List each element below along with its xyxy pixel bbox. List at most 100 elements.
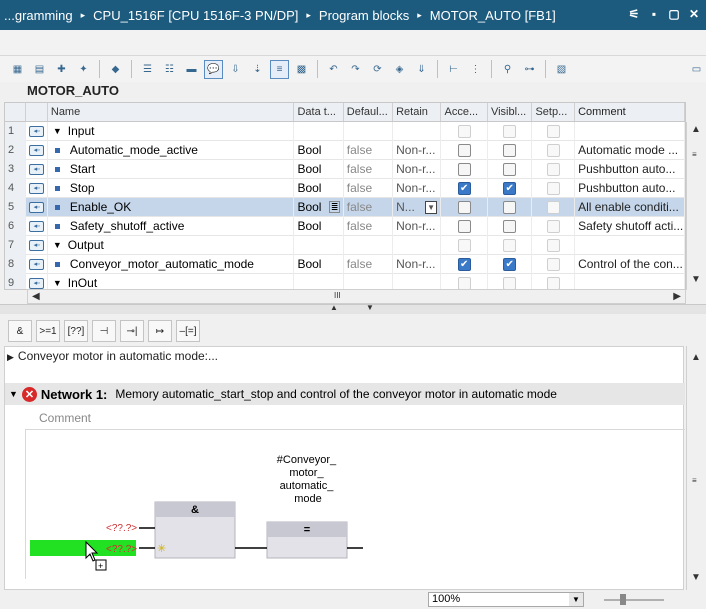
chevron-down-icon[interactable]: ▼ xyxy=(569,593,583,606)
accessible-cell[interactable] xyxy=(441,140,488,160)
column-header-setpoint[interactable]: Setp... xyxy=(532,103,576,121)
visible-cell[interactable]: ✔ xyxy=(488,178,533,198)
visible-checkbox[interactable] xyxy=(503,162,517,176)
negated-input-button[interactable]: ⊸| xyxy=(120,320,144,342)
data-type-cell[interactable]: Bool xyxy=(294,178,344,198)
accessible-checkbox[interactable] xyxy=(457,143,471,157)
scroll-thumb-icon[interactable]: ≡ xyxy=(692,150,697,159)
section-name-cell[interactable]: ▼ Input xyxy=(48,121,295,141)
row-number[interactable]: 9 xyxy=(5,273,27,289)
collapse-section-icon[interactable]: ▼ xyxy=(53,278,62,288)
close-all-networks-icon[interactable]: ☷ xyxy=(160,60,179,79)
zoom-slider-thumb[interactable] xyxy=(620,594,626,605)
go-to-next-error-icon[interactable]: ↷ xyxy=(346,60,365,79)
collapse-network-icon[interactable]: ▼ xyxy=(9,389,18,399)
default-value-cell[interactable]: false xyxy=(344,216,394,236)
visible-cell[interactable] xyxy=(488,159,533,179)
tag-name-cell[interactable]: Automatic_mode_active xyxy=(48,140,295,160)
breadcrumb-item[interactable]: ...gramming xyxy=(4,8,73,23)
setpoint-cell[interactable] xyxy=(532,159,576,179)
column-header-default[interactable]: Defaul... xyxy=(344,103,394,121)
column-header-accessible[interactable]: Acce... xyxy=(441,103,488,121)
retain-cell[interactable]: Non-r... xyxy=(393,159,442,179)
retain-cell[interactable]: Non-r... xyxy=(393,216,442,236)
setpoint-cell[interactable] xyxy=(532,197,576,217)
network-comment[interactable]: Comment xyxy=(39,411,91,425)
restore-layout-icon[interactable]: ⚟ xyxy=(626,6,642,22)
setpoint-cell[interactable] xyxy=(532,216,576,236)
collapse-section-icon[interactable]: ▼ xyxy=(53,240,62,250)
row-number[interactable]: 3 xyxy=(5,159,27,179)
setpoint-cell[interactable] xyxy=(532,140,576,160)
operand-display-icon[interactable]: ⇣ xyxy=(248,60,267,79)
breakpoint-icon[interactable]: ⊢ xyxy=(444,60,463,79)
table-row[interactable]: 2 ◂▫ Automatic_mode_active Bool false Non-r..… xyxy=(5,140,685,160)
input-button[interactable]: ⊣ xyxy=(92,320,116,342)
accessible-checkbox[interactable]: ✔ xyxy=(457,181,471,195)
maximize-icon[interactable]: ▢ xyxy=(666,6,682,22)
accessible-cell[interactable]: ✔ xyxy=(441,254,488,274)
row-number[interactable]: 8 xyxy=(5,254,27,274)
open-branch-button[interactable]: ↦ xyxy=(148,320,172,342)
accessible-checkbox[interactable] xyxy=(457,200,471,214)
setpoint-checkbox[interactable] xyxy=(546,200,560,214)
absolute-operands-icon[interactable]: ⇩ xyxy=(226,60,245,79)
insert-branch-icon[interactable]: ✚ xyxy=(52,60,71,79)
and-input-2-operand[interactable]: <??.?> xyxy=(106,544,137,555)
data-type-cell[interactable]: Bool ≣ xyxy=(294,197,344,217)
data-type-cell[interactable]: Bool xyxy=(294,159,344,179)
breadcrumb-item[interactable]: MOTOR_AUTO [FB1] xyxy=(430,8,556,23)
column-header-datatype[interactable]: Data t... xyxy=(294,103,344,121)
empty-box-button[interactable]: [??] xyxy=(64,320,88,342)
update-calls-icon[interactable]: ⟳ xyxy=(368,60,387,79)
setpoint-checkbox[interactable] xyxy=(546,143,560,157)
retain-cell[interactable]: Non-r... xyxy=(393,178,442,198)
tag-name-cell[interactable]: Start xyxy=(48,159,295,179)
and-input-1-operand[interactable]: <??.?> xyxy=(106,523,137,534)
accessible-cell[interactable] xyxy=(441,216,488,236)
network-view-icon[interactable]: ▬ xyxy=(182,60,201,79)
tag-name-cell[interactable]: Enable_OK xyxy=(48,197,295,217)
insert-network-icon[interactable]: ▦ xyxy=(8,60,27,79)
setpoint-cell[interactable] xyxy=(532,178,576,198)
setpoint-checkbox[interactable] xyxy=(546,162,560,176)
section-name-cell[interactable]: ▼ Output xyxy=(48,235,295,255)
accessible-checkbox[interactable] xyxy=(457,219,471,233)
visible-checkbox[interactable] xyxy=(503,143,517,157)
editor-vertical-scrollbar[interactable]: ▲ ≡ ▼ xyxy=(686,346,703,590)
collapse-down-icon[interactable]: ▼ xyxy=(366,303,374,312)
row-number[interactable]: 5 xyxy=(5,197,27,217)
download-icon[interactable]: ⇓ xyxy=(412,60,431,79)
accessible-cell[interactable] xyxy=(441,159,488,179)
table-horizontal-scrollbar[interactable]: ◀ III ▶ xyxy=(27,289,686,304)
section-name-cell[interactable]: ▼ InOut xyxy=(48,273,295,289)
and-box-button[interactable]: & xyxy=(8,320,32,342)
comment-cell[interactable]: Pushbutton auto... xyxy=(575,159,685,179)
expand-icon[interactable]: ▶ xyxy=(7,352,14,362)
scroll-up-icon[interactable]: ▲ xyxy=(691,124,701,135)
go-to-previous-error-icon[interactable]: ↶ xyxy=(324,60,343,79)
favorites-icon[interactable]: ▩ xyxy=(292,60,311,79)
default-value-cell[interactable]: false xyxy=(344,178,394,198)
tag-name-cell[interactable]: Conveyor_motor_automatic_mode xyxy=(48,254,295,274)
scroll-down-icon[interactable]: ▼ xyxy=(691,274,701,285)
data-type-cell[interactable]: Bool xyxy=(294,140,344,160)
scroll-thumb-icon[interactable]: ≡ xyxy=(692,476,697,485)
scroll-down-icon[interactable]: ▼ xyxy=(691,572,701,583)
default-value-cell[interactable]: false xyxy=(344,254,394,274)
table-row[interactable]: 6 ◂▫ Safety_shutoff_active Bool false Non-r..… xyxy=(5,216,685,236)
setpoint-checkbox[interactable] xyxy=(546,219,560,233)
row-number[interactable]: 2 xyxy=(5,140,27,160)
panel-options-icon[interactable]: ▭ xyxy=(687,60,706,79)
collapse-up-icon[interactable]: ▲ xyxy=(330,303,338,312)
breadcrumb-item[interactable]: Program blocks xyxy=(319,8,409,23)
watch-table-icon[interactable]: ⊶ xyxy=(520,60,539,79)
monitoring-icon[interactable]: ◈ xyxy=(390,60,409,79)
section-row[interactable]: 9 ◂▫ ▼ InOut xyxy=(5,273,685,289)
zoom-select[interactable]: 100% ▼ xyxy=(428,592,584,607)
default-value-cell[interactable]: false xyxy=(344,197,394,217)
data-type-cell[interactable]: Bool xyxy=(294,216,344,236)
open-all-networks-icon[interactable]: ☰ xyxy=(138,60,157,79)
tag-name-cell[interactable]: Stop xyxy=(48,178,295,198)
visible-cell[interactable]: ✔ xyxy=(488,254,533,274)
